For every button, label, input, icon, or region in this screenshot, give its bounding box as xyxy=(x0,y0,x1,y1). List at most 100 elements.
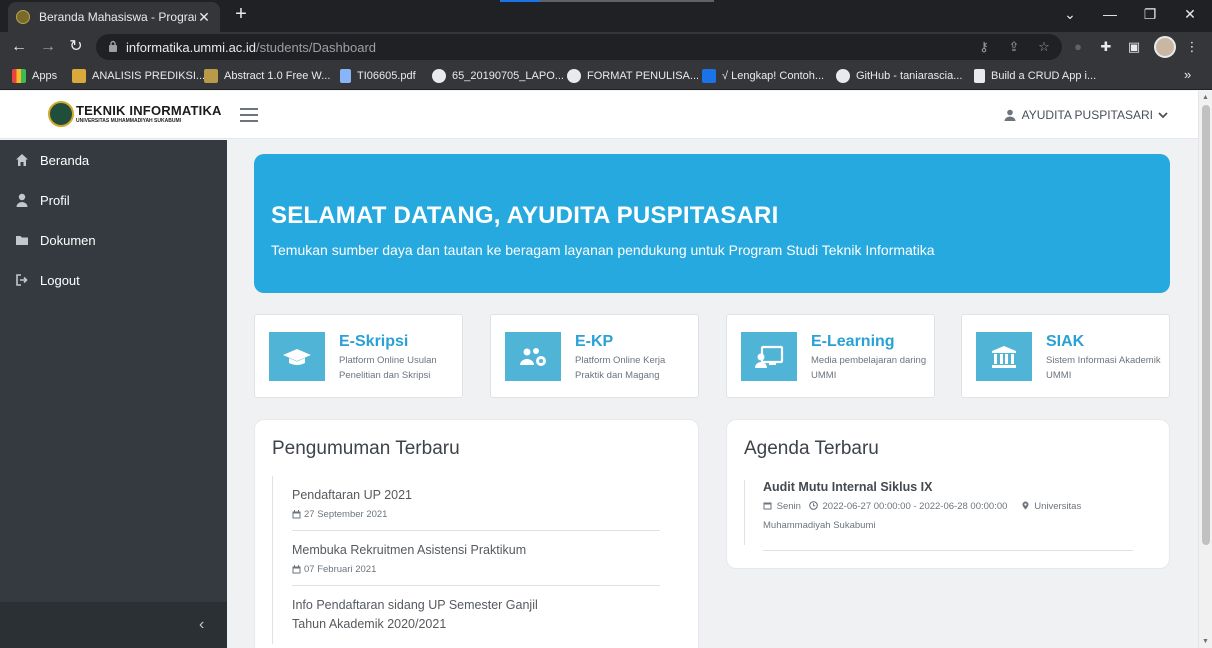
announcement-item[interactable]: Membuka Rekruitmen Asistensi Praktikum 0… xyxy=(273,531,662,585)
sidebar-item-dokumen[interactable]: Dokumen xyxy=(0,220,227,260)
address-bar[interactable]: informatika.ummi.ac.id/students/Dashboar… xyxy=(96,34,1062,60)
agenda-title: Audit Mutu Internal Siklus IX xyxy=(763,480,933,494)
quick-link-title: E-KP xyxy=(575,333,614,350)
collapse-sidebar-icon[interactable]: ‹ xyxy=(199,616,211,634)
github-icon xyxy=(836,69,850,83)
sidebar-item-label: Beranda xyxy=(40,152,90,168)
page-scrollbar[interactable]: ▲ ▼ xyxy=(1198,91,1212,648)
key-icon[interactable]: ⚷ xyxy=(976,39,992,55)
site-logo[interactable]: TEKNIK INFORMATIKA UNIVERSITAS MUHAMMADI… xyxy=(48,101,222,127)
close-tab-icon[interactable]: ✕ xyxy=(196,9,212,26)
bookmark-label: GitHub - taniarascia... xyxy=(856,70,963,82)
globe-icon xyxy=(432,69,446,83)
lock-icon xyxy=(109,40,117,52)
scrollbar-thumb[interactable] xyxy=(1202,105,1210,545)
sidebar-item-beranda[interactable]: Beranda xyxy=(0,140,227,180)
map-marker-icon xyxy=(1022,501,1029,510)
university-seal-icon xyxy=(48,101,74,127)
announcement-title: Membuka Rekruitmen Asistensi Praktikum xyxy=(292,543,527,557)
bookmark-item[interactable]: FORMAT PENULISA... xyxy=(567,68,699,84)
sign-out-icon xyxy=(16,274,28,286)
bookmark-item[interactable]: Abstract 1.0 Free W... xyxy=(204,68,330,84)
tab-search-icon[interactable]: ⌄ xyxy=(1050,2,1090,28)
calendar-icon xyxy=(292,510,301,519)
sidebar-item-profil[interactable]: Profil xyxy=(0,180,227,220)
bookmark-item[interactable]: Apps xyxy=(12,68,57,84)
bookmark-item[interactable]: 65_20190705_LAPO... xyxy=(432,68,564,84)
announcement-item[interactable]: Pendaftaran UP 2021 27 September 2021 xyxy=(273,476,662,530)
bookmark-label: 65_20190705_LAPO... xyxy=(452,70,564,82)
side-panel-icon[interactable]: ▣ xyxy=(1124,37,1144,57)
back-icon[interactable]: ← xyxy=(7,35,31,59)
share-icon[interactable]: ⇪ xyxy=(1006,39,1022,55)
graduation-cap-icon xyxy=(269,332,325,381)
logo-text: TEKNIK INFORMATIKA UNIVERSITAS MUHAMMADI… xyxy=(76,104,222,124)
bookmark-item[interactable]: TI06605.pdf xyxy=(340,68,416,84)
quick-link-e-learning[interactable]: E-Learning Media pembelajaran daring UMM… xyxy=(726,314,935,398)
tab-title: Beranda Mahasiswa - Program St xyxy=(39,10,196,24)
extension-icon[interactable]: ● xyxy=(1068,37,1088,57)
clock-icon xyxy=(809,501,818,510)
new-tab-button[interactable]: + xyxy=(230,4,252,26)
bookmarks-bar: Apps ANALISIS PREDIKSI... Abstract 1.0 F… xyxy=(0,62,1212,90)
bookmark-label: FORMAT PENULISA... xyxy=(587,70,700,82)
bookmark-label: TI06605.pdf xyxy=(357,70,416,82)
globe-icon xyxy=(567,69,581,83)
url-text: informatika.ummi.ac.id/students/Dashboar… xyxy=(126,40,376,55)
users-cog-icon xyxy=(505,332,561,381)
bookmark-star-icon[interactable]: ☆ xyxy=(1036,39,1052,55)
sidebar-item-logout[interactable]: Logout xyxy=(0,260,227,300)
agenda-item[interactable]: Audit Mutu Internal Siklus IX Senin 2022… xyxy=(744,480,1134,545)
bookmark-label: ANALISIS PREDIKSI... xyxy=(92,70,206,82)
bookmark-label: √ Lengkap! Contoh... xyxy=(722,70,825,82)
quick-link-e-skripsi[interactable]: E-Skripsi Platform Online Usulan Penelit… xyxy=(254,314,463,398)
quick-link-siak[interactable]: SIAK Sistem Informasi Akademik UMMI xyxy=(961,314,1170,398)
divider xyxy=(763,550,1133,551)
forward-icon[interactable]: → xyxy=(36,35,60,59)
browser-tab-bar: Beranda Mahasiswa - Program St ✕ + ⌄ — ❐… xyxy=(0,0,1212,32)
file-icon xyxy=(974,69,985,83)
minimize-icon[interactable]: — xyxy=(1090,2,1130,28)
menu-kebab-icon[interactable]: ⋮ xyxy=(1182,37,1202,57)
announcement-item[interactable]: Info Pendaftaran sidang UP Semester Ganj… xyxy=(273,586,662,644)
bookmark-label: Build a CRUD App i... xyxy=(991,70,1097,82)
bookmarks-overflow-icon[interactable]: » xyxy=(1184,67,1191,82)
bookmark-item[interactable]: Build a CRUD App i... xyxy=(974,68,1096,84)
agenda-time: 2022-06-27 00:00:00 - 2022-06-28 00:00:0… xyxy=(822,501,1008,512)
user-name: AYUDITA PUSPITASARI xyxy=(1021,108,1153,122)
reload-icon[interactable]: ↻ xyxy=(64,35,88,59)
bookmark-item[interactable]: GitHub - taniarascia... xyxy=(836,68,962,84)
scroll-down-icon[interactable]: ▼ xyxy=(1202,638,1209,645)
user-icon xyxy=(16,193,28,207)
apps-grid-icon xyxy=(12,69,26,83)
quick-link-desc: Platform Online Kerja Praktik dan Magang xyxy=(575,355,666,381)
url-host: informatika.ummi.ac.id xyxy=(126,40,257,55)
profile-avatar[interactable] xyxy=(1154,36,1176,58)
hamburger-menu-icon[interactable] xyxy=(240,108,258,122)
quick-link-title: E-Learning xyxy=(811,333,895,350)
scroll-up-icon[interactable]: ▲ xyxy=(1202,94,1209,101)
app-header: TEKNIK INFORMATIKA UNIVERSITAS MUHAMMADI… xyxy=(0,91,1198,139)
user-icon xyxy=(1004,109,1016,121)
logo-subtitle: UNIVERSITAS MUHAMMADIYAH SUKABUMI xyxy=(76,118,182,124)
bookmark-label: Abstract 1.0 Free W... xyxy=(224,70,331,82)
bookmark-item[interactable]: √ Lengkap! Contoh... xyxy=(702,68,824,84)
user-menu[interactable]: AYUDITA PUSPITASARI xyxy=(1004,108,1168,122)
announcement-list: Pendaftaran UP 2021 27 September 2021 Me… xyxy=(272,476,662,644)
welcome-subtitle: Temukan sumber daya dan tautan ke beraga… xyxy=(271,242,935,258)
bookmark-item[interactable]: ANALISIS PREDIKSI... xyxy=(72,68,205,84)
tab-strip-indicator xyxy=(500,0,714,2)
bookmark-label: Apps xyxy=(32,70,58,82)
browser-toolbar: ← → ↻ informatika.ummi.ac.id/students/Da… xyxy=(0,32,1212,62)
extensions-puzzle-icon[interactable]: ✚ xyxy=(1096,37,1116,57)
agenda-meta: Senin 2022-06-27 00:00:00 - 2022-06-28 0… xyxy=(763,497,1134,535)
bookmark-favicon-icon xyxy=(72,69,86,83)
browser-tab[interactable]: Beranda Mahasiswa - Program St ✕ xyxy=(8,2,220,32)
quick-link-e-kp[interactable]: E-KP Platform Online Kerja Praktik dan M… xyxy=(490,314,699,398)
restore-icon[interactable]: ❐ xyxy=(1130,2,1170,28)
tm-favicon-icon xyxy=(702,69,716,83)
sidebar-item-label: Logout xyxy=(40,272,80,288)
sidebar-footer: ‹ xyxy=(0,602,227,648)
close-window-icon[interactable]: ✕ xyxy=(1170,2,1210,28)
agenda-heading: Agenda Terbaru xyxy=(744,438,879,459)
